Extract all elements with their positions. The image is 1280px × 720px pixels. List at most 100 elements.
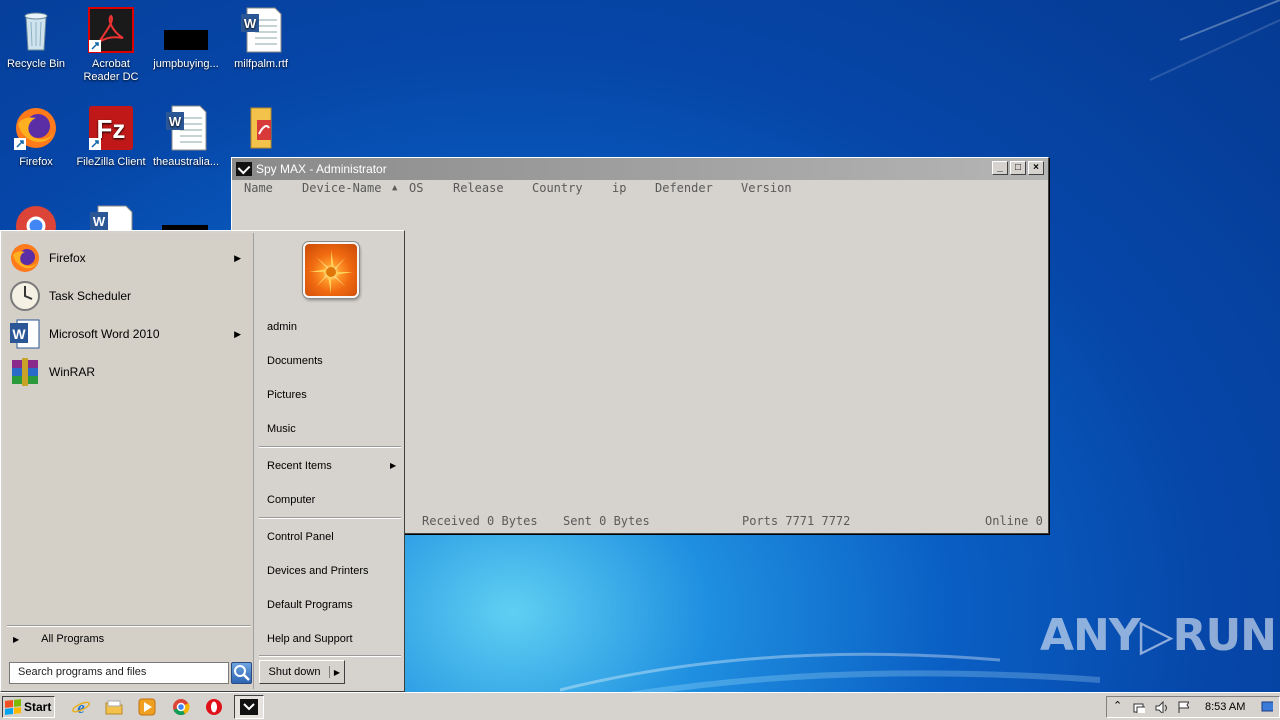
svg-text:W: W (12, 326, 26, 342)
start-button[interactable]: Start (2, 696, 55, 718)
submenu-arrow-icon: ▶ (390, 461, 397, 470)
sort-asc-icon: ▲ (392, 183, 398, 193)
start-item-firefox[interactable]: Firefox ▶ (9, 241, 249, 275)
window-title: Spy MAX - Administrator (256, 162, 387, 176)
recycle-bin-icon (12, 6, 60, 54)
desktop-icon-firefox[interactable]: Firefox (0, 104, 72, 169)
divider (259, 517, 401, 519)
desktop-icon-recycle-bin[interactable]: Recycle Bin (0, 6, 72, 71)
online-status: Online 0 (985, 514, 1043, 528)
taskbar-spymax-button[interactable] (234, 695, 264, 719)
acrobat-icon (87, 6, 135, 54)
system-tray: ⌃ 8:53 AM (1106, 696, 1280, 718)
desktop-icon-filezilla[interactable]: Fz FileZilla Client (75, 104, 147, 169)
desktop-icon-jumpbuying[interactable]: jumpbuying... (150, 6, 222, 71)
start-menu-places-pane: admin Documents Pictures Music Recent It… (255, 233, 403, 689)
file-explorer-icon[interactable] (105, 698, 123, 716)
start-item-winrar[interactable]: WinRAR (9, 355, 249, 389)
start-item-label: Firefox (49, 251, 86, 265)
start-item-label: WinRAR (49, 365, 96, 379)
winrar-icon (9, 356, 41, 388)
start-item-task-scheduler[interactable]: Task Scheduler (9, 279, 249, 313)
divider (259, 446, 401, 448)
media-player-icon[interactable] (138, 698, 156, 716)
svg-text:W: W (93, 214, 106, 229)
word-document-icon: W (162, 104, 210, 152)
close-button[interactable]: × (1028, 161, 1044, 175)
column-country[interactable]: Country (532, 181, 583, 195)
start-label: Start (24, 700, 52, 714)
word-icon: W (9, 318, 41, 350)
column-ip[interactable]: ip (612, 181, 626, 195)
column-defender[interactable]: Defender (655, 181, 713, 195)
spymax-app-icon (240, 699, 258, 715)
firefox-icon (9, 242, 41, 274)
sent-status: Sent 0 Bytes (563, 514, 650, 528)
folder-icon (237, 104, 285, 152)
clock[interactable]: 8:53 AM (1205, 701, 1245, 713)
default-programs-link[interactable]: Default Programs (267, 599, 353, 611)
column-release[interactable]: Release (453, 181, 504, 195)
word-document-icon: W (237, 6, 285, 54)
network-icon[interactable] (1133, 701, 1145, 713)
user-avatar[interactable] (303, 242, 359, 298)
start-item-label: Task Scheduler (49, 289, 132, 303)
filezilla-icon: Fz (87, 104, 135, 152)
word-document-icon[interactable]: W (88, 204, 134, 230)
computer-link[interactable]: Computer (267, 494, 315, 506)
shutdown-button[interactable]: Shut down ▶ (259, 660, 345, 684)
search-button[interactable] (231, 662, 252, 684)
submenu-arrow-icon: ▶ (234, 252, 241, 263)
show-hidden-icons-icon[interactable]: ⌃ (1113, 699, 1122, 712)
volume-icon[interactable] (1155, 701, 1167, 713)
help-support-link[interactable]: Help and Support (267, 633, 353, 645)
desktop-icon-milfpalm[interactable]: W milfpalm.rtf (225, 6, 297, 71)
divider (259, 655, 401, 657)
chrome-icon[interactable] (14, 204, 58, 230)
start-menu-programs-pane: Firefox ▶ Task Scheduler W Microsoft Wor… (3, 233, 254, 689)
start-item-label: Microsoft Word 2010 (49, 327, 160, 341)
search-icon (234, 665, 250, 681)
internet-explorer-icon[interactable]: e (72, 698, 90, 716)
svg-text:W: W (169, 114, 182, 129)
all-programs-label: All Programs (41, 633, 105, 645)
clock-icon (9, 280, 41, 312)
column-name[interactable]: Name (244, 181, 273, 195)
control-panel-link[interactable]: Control Panel (267, 531, 334, 543)
shutdown-label: Shut down (260, 666, 330, 678)
taskbar: Start e ⌃ 8:53 AM (0, 692, 1280, 720)
music-link[interactable]: Music (267, 423, 296, 435)
column-device-name[interactable]: Device-Name (302, 181, 381, 195)
blank-file-icon (162, 6, 210, 54)
shutdown-options-arrow-icon[interactable]: ▶ (330, 668, 344, 677)
svg-text:e: e (77, 698, 85, 716)
desktop-icon-theaustralia[interactable]: W theaustralia... (150, 104, 222, 169)
column-version[interactable]: Version (741, 181, 792, 195)
chrome-icon[interactable] (172, 698, 190, 716)
start-menu: Firefox ▶ Task Scheduler W Microsoft Wor… (0, 230, 405, 692)
desktop-icon-folder[interactable] (225, 104, 297, 156)
expand-arrow-icon: ▶ (13, 634, 20, 644)
search-input[interactable]: Search programs and files (9, 662, 229, 684)
documents-link[interactable]: Documents (267, 355, 323, 367)
minimize-button[interactable]: _ (992, 161, 1008, 175)
divider (7, 625, 251, 627)
windows-logo-icon (5, 699, 21, 715)
maximize-button[interactable]: □ (1010, 161, 1026, 175)
svg-text:W: W (244, 16, 257, 31)
opera-icon[interactable] (205, 698, 223, 716)
window-titlebar[interactable]: Spy MAX - Administrator (232, 158, 1048, 180)
devices-printers-link[interactable]: Devices and Printers (267, 565, 369, 577)
user-link[interactable]: admin (267, 321, 297, 333)
desktop-icon-acrobat[interactable]: Acrobat Reader DC (75, 6, 147, 84)
all-programs-button[interactable]: ▶ All Programs (13, 633, 104, 645)
device-list-header: Name Device-Name ▲ OS Release Country ip… (232, 180, 1048, 198)
recent-items-link[interactable]: Recent Items (267, 460, 332, 472)
pictures-link[interactable]: Pictures (267, 389, 307, 401)
anyrun-watermark: ANY▷RUN (1040, 610, 1277, 661)
start-item-word[interactable]: W Microsoft Word 2010 ▶ (9, 317, 249, 351)
action-center-flag-icon[interactable] (1177, 701, 1189, 713)
column-os[interactable]: OS (409, 181, 423, 195)
received-status: Received 0 Bytes (422, 514, 538, 528)
show-desktop-icon[interactable] (1261, 700, 1273, 712)
